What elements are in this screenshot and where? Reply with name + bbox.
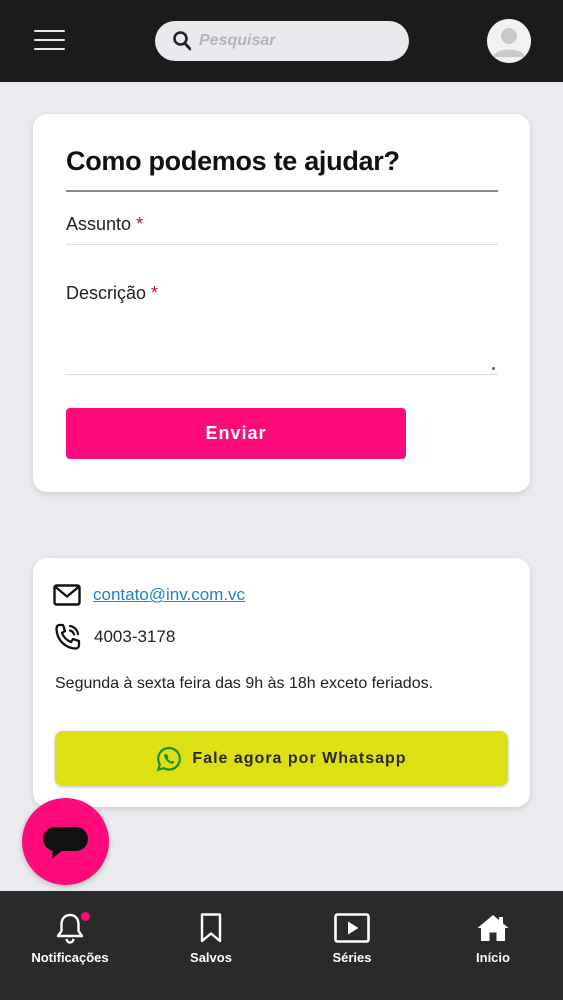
nav-label: Notificações [31,950,109,965]
chat-button[interactable] [22,798,109,885]
user-avatar-icon [487,19,531,63]
notification-badge [81,912,90,921]
bottom-navigation: Notificações Salvos Séries Início [0,891,563,1000]
nav-label: Salvos [190,950,232,965]
description-underline [66,374,498,375]
play-icon [334,913,370,943]
search-input[interactable] [199,21,399,61]
nav-label: Séries [332,950,372,965]
description-label-text: Descrição [66,283,147,303]
subject-underline [66,244,498,245]
title-divider [66,190,498,192]
phone-icon [55,623,81,650]
nav-label: Início [476,950,510,965]
nav-item-notifications[interactable]: Notificações [0,891,140,1000]
resize-handle[interactable] [492,367,495,370]
whatsapp-button-label: Fale agora por Whatsapp [192,749,407,767]
nav-item-saved[interactable]: Salvos [141,891,281,1000]
required-marker: * [151,283,159,303]
phone-number: 4003-3178 [94,627,176,646]
bookmark-icon [200,913,222,943]
search-bar[interactable] [155,21,409,61]
avatar[interactable] [487,19,531,63]
search-icon [173,31,191,51]
description-label: Descrição * [66,283,158,304]
nav-item-home[interactable]: Início [423,891,563,1000]
chat-bubble-icon [43,827,88,859]
help-form-card: Como podemos te ajudar? Assunto * Descri… [33,114,530,492]
home-icon [477,915,509,941]
subject-field[interactable] [66,212,498,244]
page-title: Como podemos te ajudar? [66,146,400,176]
top-bar [0,0,563,82]
business-hours: Segunda à sexta feira das 9h às 18h exce… [55,675,434,692]
email-row: contato@inv.com.vc [53,584,245,606]
mail-icon [53,584,81,606]
phone-row: 4003-3178 [53,622,175,652]
whatsapp-button[interactable]: Fale agora por Whatsapp [55,731,508,786]
description-field[interactable] [66,310,498,372]
contact-card: contato@inv.com.vc 4003-3178 Segunda à s… [33,558,530,807]
send-button[interactable]: Enviar [66,408,406,459]
menu-icon[interactable] [34,30,65,50]
whatsapp-icon [157,746,182,771]
email-link[interactable]: contato@inv.com.vc [93,585,245,605]
nav-item-series[interactable]: Séries [282,891,422,1000]
